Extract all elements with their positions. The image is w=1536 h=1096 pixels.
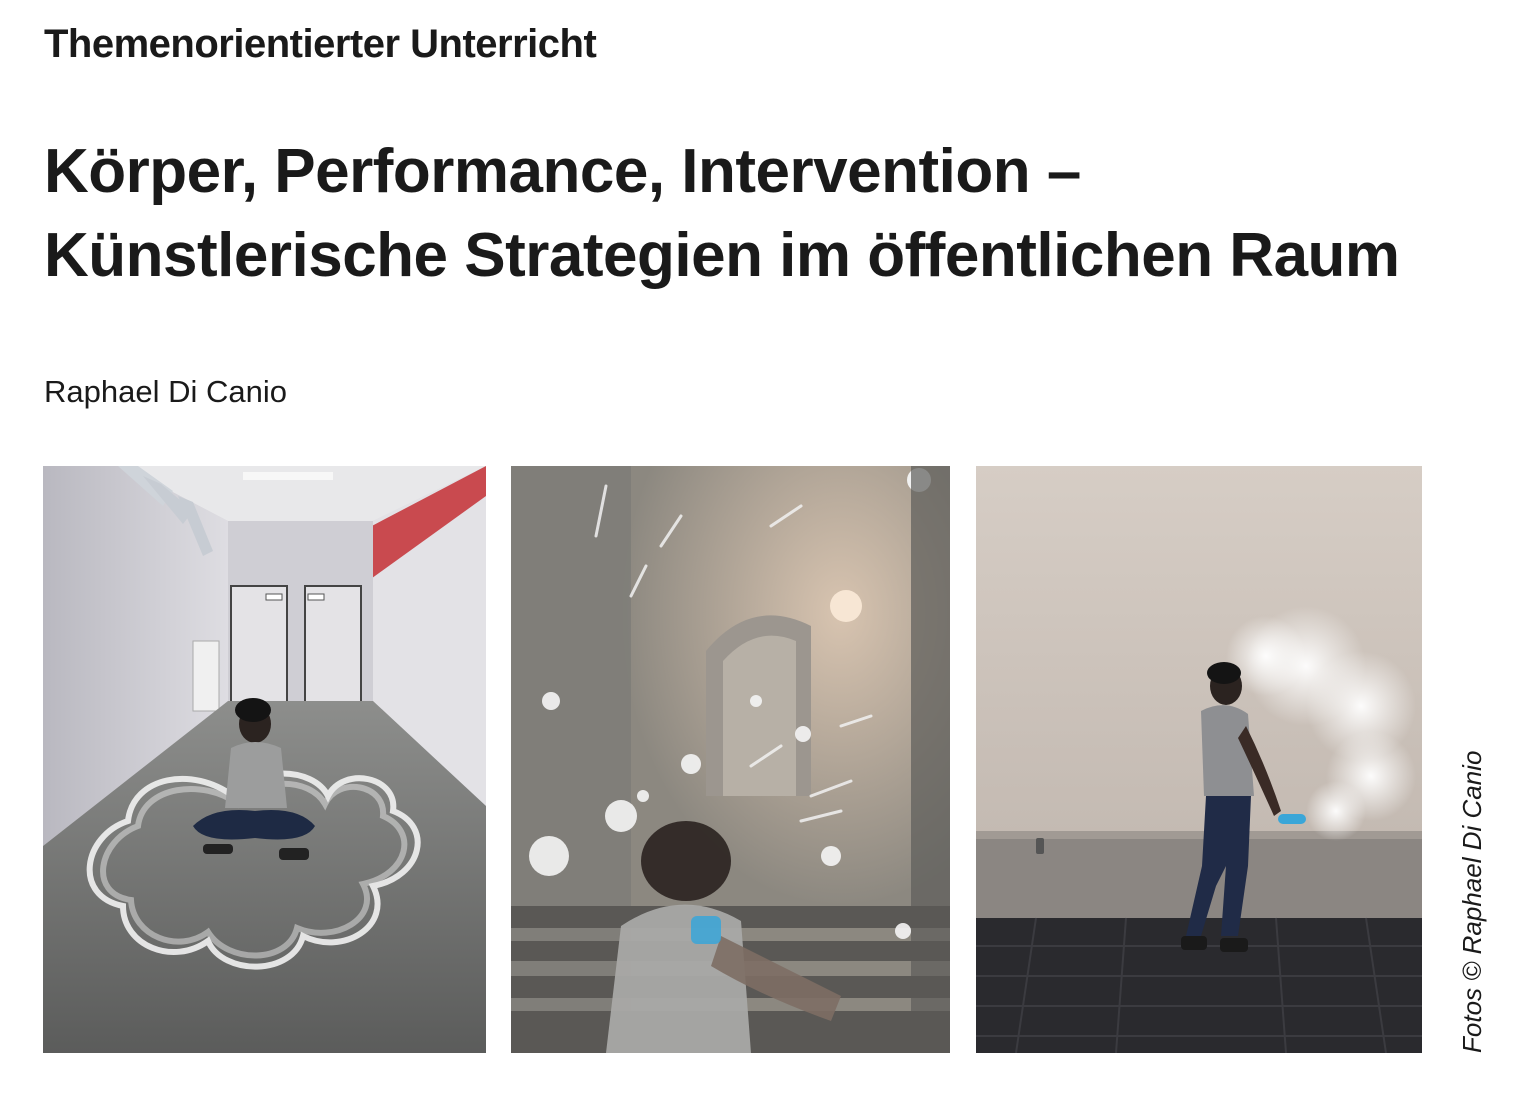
photo-hallway-chalk-flower [43,466,486,1053]
section-label: Themenorientierter Unterricht [44,22,597,66]
photo-stairwell-splash [511,466,950,1053]
photo-wall-water-spray [976,466,1422,1053]
author-name: Raphael Di Canio [44,374,287,409]
title-line-1: Körper, Performance, Intervention – [44,137,1081,206]
article-title: Körper, Performance, Intervention – Küns… [44,130,1400,298]
title-line-2: Künstlerische Strategien im öffentlichen… [44,221,1400,290]
photo-credit: Fotos © Raphael Di Canio [1457,750,1487,1053]
